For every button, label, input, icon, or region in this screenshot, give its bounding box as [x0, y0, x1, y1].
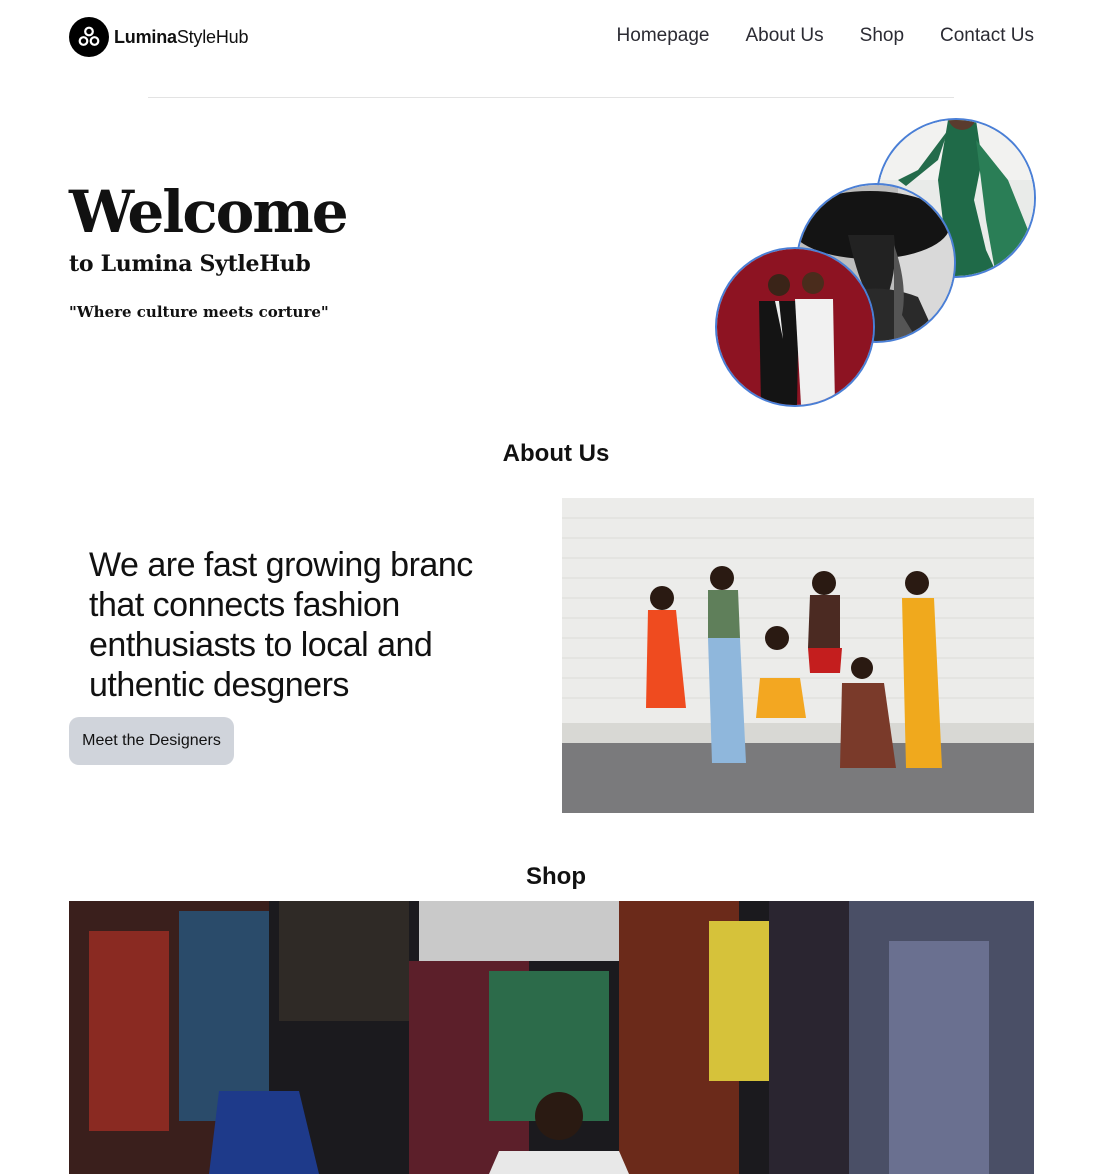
about-heading: About Us [502, 440, 610, 467]
shop-market-photo [69, 901, 1034, 1174]
about-group-photo [562, 498, 1034, 813]
hero-title: Welcome [69, 178, 349, 246]
hero-image-suited-men [715, 247, 875, 407]
hero-subtitle: to Lumina SytleHub [69, 251, 311, 277]
hero-tagline: "Where culture meets corture" [69, 303, 329, 321]
shop-heading: Shop [526, 863, 586, 890]
top-navbar: LuminaStyleHub Homepage About Us Shop Co… [69, 17, 1034, 57]
meet-designers-button[interactable]: Meet the Designers [69, 717, 234, 765]
nav-links: Homepage About Us Shop Contact Us [617, 25, 1034, 47]
about-description: We are fast growing branc that connects … [89, 546, 473, 704]
brand-name: LuminaStyleHub [114, 26, 249, 47]
header-divider [148, 97, 954, 98]
logo-icon [69, 17, 109, 57]
nav-link-shop[interactable]: Shop [860, 25, 904, 47]
nav-link-about-us[interactable]: About Us [745, 25, 823, 47]
brand-logo[interactable]: LuminaStyleHub [69, 17, 248, 57]
nav-link-homepage[interactable]: Homepage [617, 25, 710, 47]
nav-link-contact-us[interactable]: Contact Us [940, 25, 1034, 47]
